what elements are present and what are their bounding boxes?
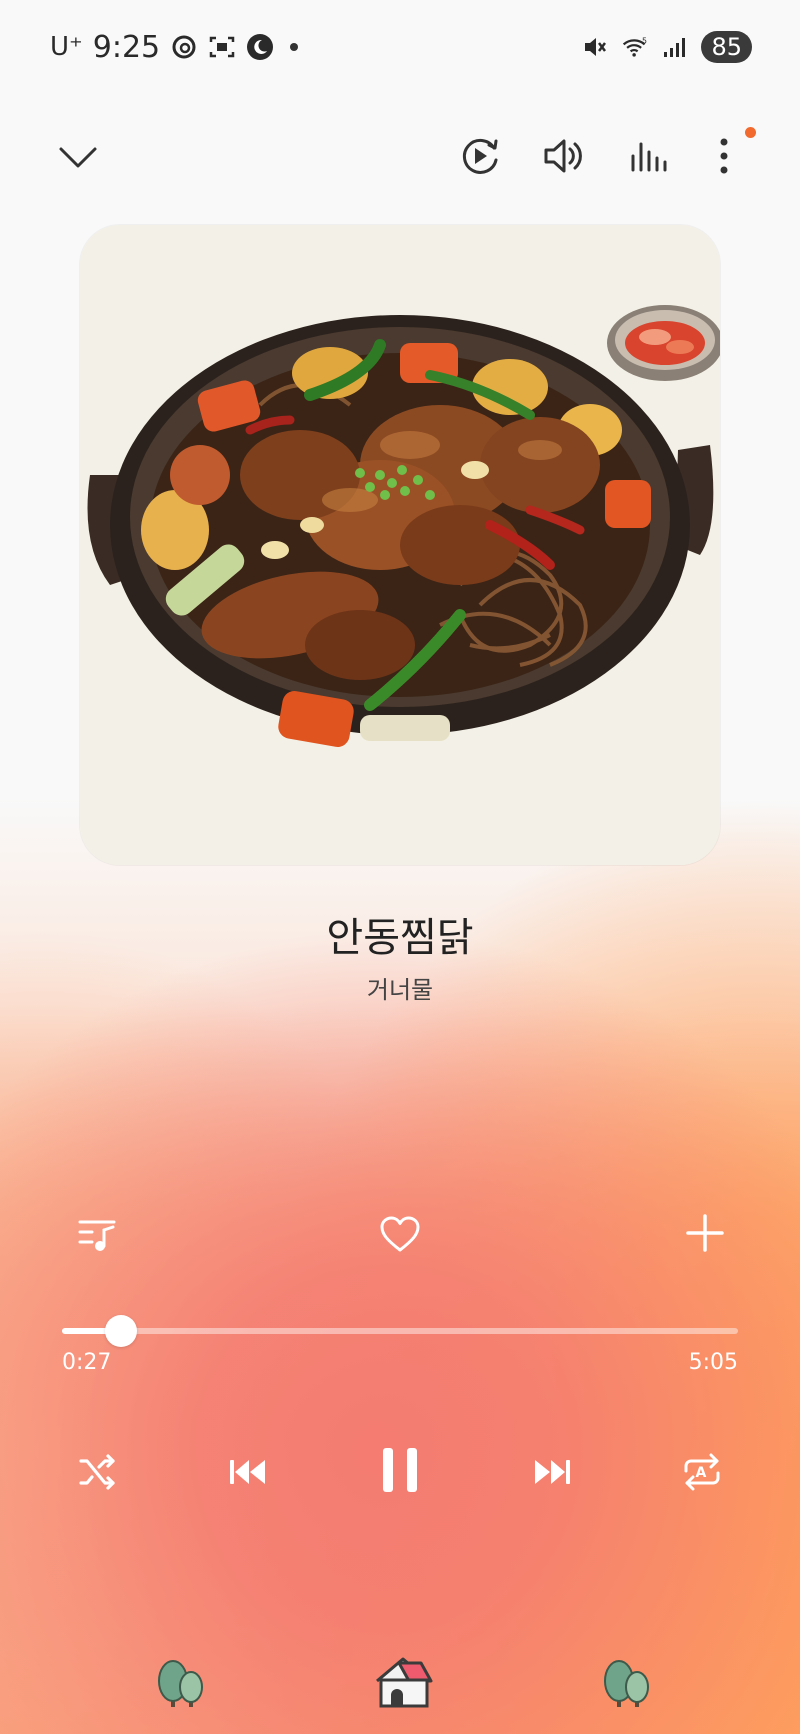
battery-indicator: 85 xyxy=(701,31,752,63)
album-artwork xyxy=(80,225,720,865)
player-top-bar xyxy=(0,120,800,200)
artist-name[interactable]: 거너물 xyxy=(0,970,800,1005)
mute-icon xyxy=(581,33,609,61)
seek-bar-thumb[interactable] xyxy=(105,1315,138,1347)
playlist-icon[interactable] xyxy=(72,1210,122,1260)
repeat-icon[interactable]: A xyxy=(676,1446,728,1498)
svg-text:5: 5 xyxy=(642,37,647,46)
add-icon[interactable] xyxy=(680,1208,730,1258)
total-time: 5:05 xyxy=(688,1350,738,1375)
song-title: 안동찜닭 xyxy=(326,915,474,961)
screenshot-icon xyxy=(208,33,236,61)
forest-icon xyxy=(151,1653,211,1717)
more-options-icon[interactable] xyxy=(702,128,746,184)
notification-dot xyxy=(290,43,299,51)
nav-forest-right[interactable] xyxy=(592,1650,662,1720)
svg-text:A: A xyxy=(696,1465,707,1481)
nav-forest-left[interactable] xyxy=(146,1650,216,1720)
volume-icon[interactable] xyxy=(536,128,592,184)
home-icon xyxy=(371,1653,435,1717)
elapsed-time: 0:27 xyxy=(62,1350,112,1375)
equalizer-icon[interactable] xyxy=(620,128,676,184)
status-time: 9:25 xyxy=(92,29,161,65)
sleep-mode-icon xyxy=(246,33,274,61)
mini-player-icon[interactable] xyxy=(452,128,508,184)
nav-home[interactable] xyxy=(368,1650,438,1720)
heart-icon[interactable] xyxy=(374,1208,426,1260)
update-badge xyxy=(745,127,756,138)
previous-icon[interactable] xyxy=(222,1446,274,1498)
signal-icon xyxy=(661,33,689,61)
forest-icon xyxy=(597,1653,657,1717)
carrier-label: U⁺ xyxy=(50,32,83,62)
status-bar: U⁺ 9:25 5 85 xyxy=(50,22,752,72)
collapse-icon[interactable] xyxy=(50,130,106,186)
threads-icon xyxy=(170,33,198,61)
shuffle-icon[interactable] xyxy=(72,1446,124,1498)
seek-bar[interactable] xyxy=(62,1315,738,1347)
pause-icon[interactable] xyxy=(370,1440,430,1500)
next-icon[interactable] xyxy=(526,1446,578,1498)
wifi-icon: 5 xyxy=(621,33,649,61)
